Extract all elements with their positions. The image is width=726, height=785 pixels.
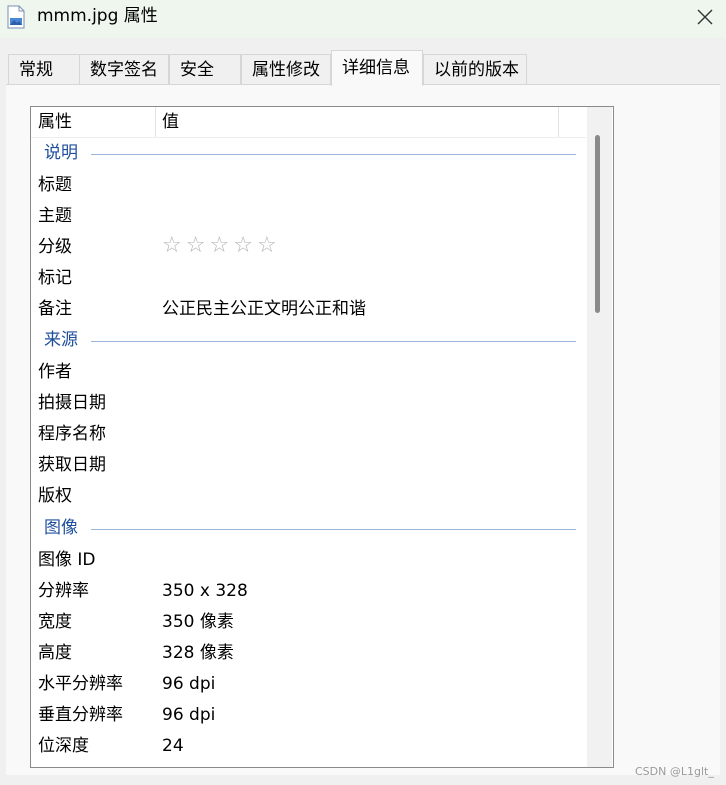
property-row[interactable]: 位深度 24: [31, 731, 586, 762]
property-row[interactable]: 获取日期: [31, 450, 586, 481]
property-name: 备注: [38, 299, 72, 319]
star-icon[interactable]: ☆: [257, 233, 281, 258]
vertical-scrollbar[interactable]: [587, 107, 612, 767]
property-name: 垂直分辨率: [38, 705, 123, 725]
property-row[interactable]: 版权: [31, 481, 586, 512]
star-icon[interactable]: ☆: [233, 233, 257, 258]
group-description: 说明: [31, 139, 586, 169]
property-value: 96 dpi: [162, 674, 216, 694]
property-name: 标记: [38, 268, 72, 288]
property-name: 图像 ID: [38, 550, 96, 570]
property-name: 宽度: [38, 612, 72, 632]
window-title: mmm.jpg 属性: [37, 6, 158, 26]
close-icon: [697, 9, 713, 25]
group-origin: 来源: [31, 326, 586, 356]
property-value: 96 dpi: [162, 705, 216, 725]
property-list[interactable]: 属性 值 说明 标题 主题 分级 ☆☆☆☆☆ 标记 备注 公正民主公正文明公正和…: [30, 106, 614, 768]
title-bar: mmm.jpg 属性: [0, 0, 726, 38]
tab-general[interactable]: 常规: [8, 54, 80, 84]
property-name: 拍摄日期: [38, 393, 106, 413]
property-row[interactable]: 分辨率 350 x 328: [31, 576, 586, 607]
property-value: 公正民主公正文明公正和谐: [162, 299, 366, 319]
property-name: 水平分辨率: [38, 674, 123, 694]
tab-digital-signatures[interactable]: 数字签名: [79, 54, 169, 84]
tab-strip: 常规 数字签名 安全 属性修改 详细信息 以前的版本: [0, 50, 726, 86]
property-name: 主题: [38, 206, 72, 226]
property-value: 350 像素: [162, 612, 234, 632]
property-row[interactable]: 垂直分辨率 96 dpi: [31, 700, 586, 731]
property-name: 版权: [38, 486, 72, 506]
property-row[interactable]: 主题: [31, 201, 586, 232]
group-label: 来源: [44, 330, 82, 350]
property-row[interactable]: 高度 328 像素: [31, 638, 586, 669]
group-divider: [91, 154, 576, 155]
rating-stars[interactable]: ☆☆☆☆☆: [162, 234, 281, 258]
property-row[interactable]: 程序名称: [31, 419, 586, 450]
group-label: 说明: [44, 143, 82, 163]
star-icon[interactable]: ☆: [209, 233, 233, 258]
property-name: 分级: [38, 237, 72, 257]
property-name: 位深度: [38, 736, 89, 756]
property-row[interactable]: 拍摄日期: [31, 388, 586, 419]
group-divider: [91, 341, 576, 342]
property-value: 24: [162, 736, 184, 756]
property-row[interactable]: 水平分辨率 96 dpi: [31, 669, 586, 700]
property-value: 350 x 328: [162, 581, 248, 601]
property-row[interactable]: 图像 ID: [31, 545, 586, 576]
property-name: 高度: [38, 643, 72, 663]
property-row[interactable]: 宽度 350 像素: [31, 607, 586, 638]
image-file-icon: [7, 5, 25, 29]
column-divider[interactable]: [155, 107, 156, 137]
property-row[interactable]: 标题: [31, 170, 586, 201]
column-header-value[interactable]: 值: [162, 112, 179, 132]
tab-security[interactable]: 安全: [169, 54, 241, 84]
list-header: 属性 值: [31, 107, 586, 138]
column-divider[interactable]: [558, 107, 559, 137]
property-row[interactable]: 备注 公正民主公正文明公正和谐: [31, 294, 586, 325]
group-label: 图像: [44, 518, 82, 538]
scrollbar-thumb[interactable]: [595, 135, 600, 313]
property-name: 作者: [38, 362, 72, 382]
watermark: CSDN @L1glt_: [635, 765, 714, 778]
close-button[interactable]: [690, 3, 720, 31]
star-icon[interactable]: ☆: [186, 233, 210, 258]
group-divider: [91, 529, 576, 530]
property-row[interactable]: 分级 ☆☆☆☆☆: [31, 232, 586, 263]
property-name: 分辨率: [38, 581, 89, 601]
property-name: 获取日期: [38, 455, 106, 475]
group-image: 图像: [31, 514, 586, 544]
star-icon[interactable]: ☆: [162, 233, 186, 258]
tab-details[interactable]: 详细信息: [331, 50, 423, 86]
property-name: 程序名称: [38, 424, 106, 444]
tab-previous-versions[interactable]: 以前的版本: [423, 54, 527, 84]
tab-attribute-changer[interactable]: 属性修改: [241, 54, 331, 84]
property-row[interactable]: 标记: [31, 263, 586, 294]
property-row[interactable]: 作者: [31, 357, 586, 388]
property-value: 328 像素: [162, 643, 234, 663]
column-header-property[interactable]: 属性: [38, 112, 72, 132]
property-name: 标题: [38, 175, 72, 195]
